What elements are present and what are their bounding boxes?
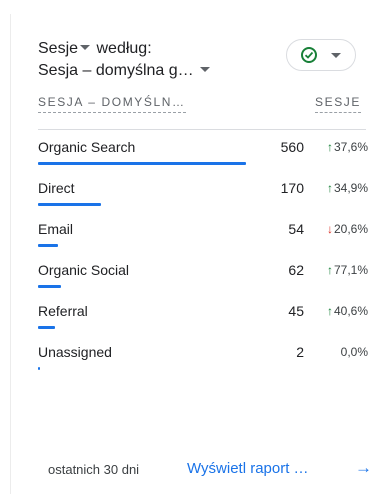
share-bar bbox=[38, 203, 101, 206]
arrow-up-icon: ↑ bbox=[326, 140, 333, 154]
card-title: Sesje według: Sesja – domyślna g… bbox=[38, 38, 268, 82]
row-value: 54 bbox=[288, 221, 304, 237]
arrow-up-icon: ↑ bbox=[326, 181, 333, 195]
change-percent: 0,0% bbox=[340, 345, 368, 359]
row-label: Referral bbox=[38, 303, 88, 319]
view-report-link[interactable]: Wyświetl raport … bbox=[187, 460, 309, 477]
table-row[interactable]: Organic Social 62 ↑77,1% bbox=[38, 262, 368, 302]
arrow-down-icon: ↓ bbox=[326, 222, 333, 236]
change-percent: 34,9% bbox=[333, 181, 368, 195]
card-border bbox=[10, 14, 11, 494]
table-row[interactable]: Direct 170 ↑34,9% bbox=[38, 180, 368, 220]
change-percent: 20,6% bbox=[333, 222, 368, 236]
row-value: 2 bbox=[296, 344, 304, 360]
row-label: Direct bbox=[38, 180, 75, 196]
table-row[interactable]: Unassigned 2 0,0% bbox=[38, 344, 368, 384]
status-menu-button[interactable] bbox=[286, 39, 356, 71]
share-bar bbox=[38, 326, 55, 329]
table-row[interactable]: Email 54 ↓20,6% bbox=[38, 221, 368, 261]
arrow-up-icon: ↑ bbox=[326, 263, 333, 277]
row-change: ↓20,6% bbox=[327, 222, 368, 236]
dimension-dropdown-icon[interactable] bbox=[200, 67, 211, 73]
title-line-1[interactable]: Sesje według: bbox=[38, 38, 268, 60]
row-value: 560 bbox=[280, 139, 304, 155]
arrow-right-icon[interactable]: → bbox=[355, 458, 372, 478]
share-bar bbox=[38, 162, 246, 165]
dimension-selector-label[interactable]: Sesja – domyślna g… bbox=[38, 62, 194, 79]
share-bar bbox=[38, 367, 40, 370]
table-row[interactable]: Referral 45 ↑40,6% bbox=[38, 303, 368, 343]
row-label: Unassigned bbox=[38, 344, 112, 360]
chevron-down-icon bbox=[331, 52, 341, 58]
row-change: ↑77,1% bbox=[327, 263, 368, 277]
sessions-card: Sesje według: Sesja – domyślna g… SESJA … bbox=[0, 0, 379, 504]
column-header-dimension[interactable]: SESJA – DOMYŚLN… bbox=[38, 95, 186, 113]
title-connector: według: bbox=[96, 40, 152, 57]
row-label: Organic Social bbox=[38, 262, 130, 278]
change-percent: 77,1% bbox=[333, 263, 368, 277]
row-value: 62 bbox=[288, 262, 304, 278]
share-bar bbox=[38, 244, 58, 247]
header-divider bbox=[38, 129, 366, 130]
change-percent: 40,6% bbox=[333, 304, 368, 318]
table-row[interactable]: Organic Search 560 ↑37,6% bbox=[38, 139, 368, 179]
share-bar bbox=[38, 285, 61, 288]
check-circle-icon bbox=[301, 47, 317, 63]
change-percent: 37,6% bbox=[333, 140, 368, 154]
row-label: Email bbox=[38, 221, 74, 237]
row-value: 45 bbox=[288, 303, 304, 319]
column-header-sessions[interactable]: SESJE bbox=[315, 95, 362, 113]
date-range-label: ostatnich 30 dni bbox=[48, 462, 140, 477]
arrow-up-icon: ↑ bbox=[326, 304, 333, 318]
row-change: ↑34,9% bbox=[327, 181, 368, 195]
row-change: 0,0% bbox=[341, 345, 368, 359]
title-line-2[interactable]: Sesja – domyślna g… bbox=[38, 60, 268, 82]
row-change: ↑40,6% bbox=[327, 304, 368, 318]
row-value: 170 bbox=[280, 180, 304, 196]
metric-dropdown-icon[interactable] bbox=[80, 45, 91, 51]
row-label: Organic Search bbox=[38, 139, 136, 155]
metric-selector-label[interactable]: Sesje bbox=[38, 40, 78, 57]
row-change: ↑37,6% bbox=[327, 140, 368, 154]
